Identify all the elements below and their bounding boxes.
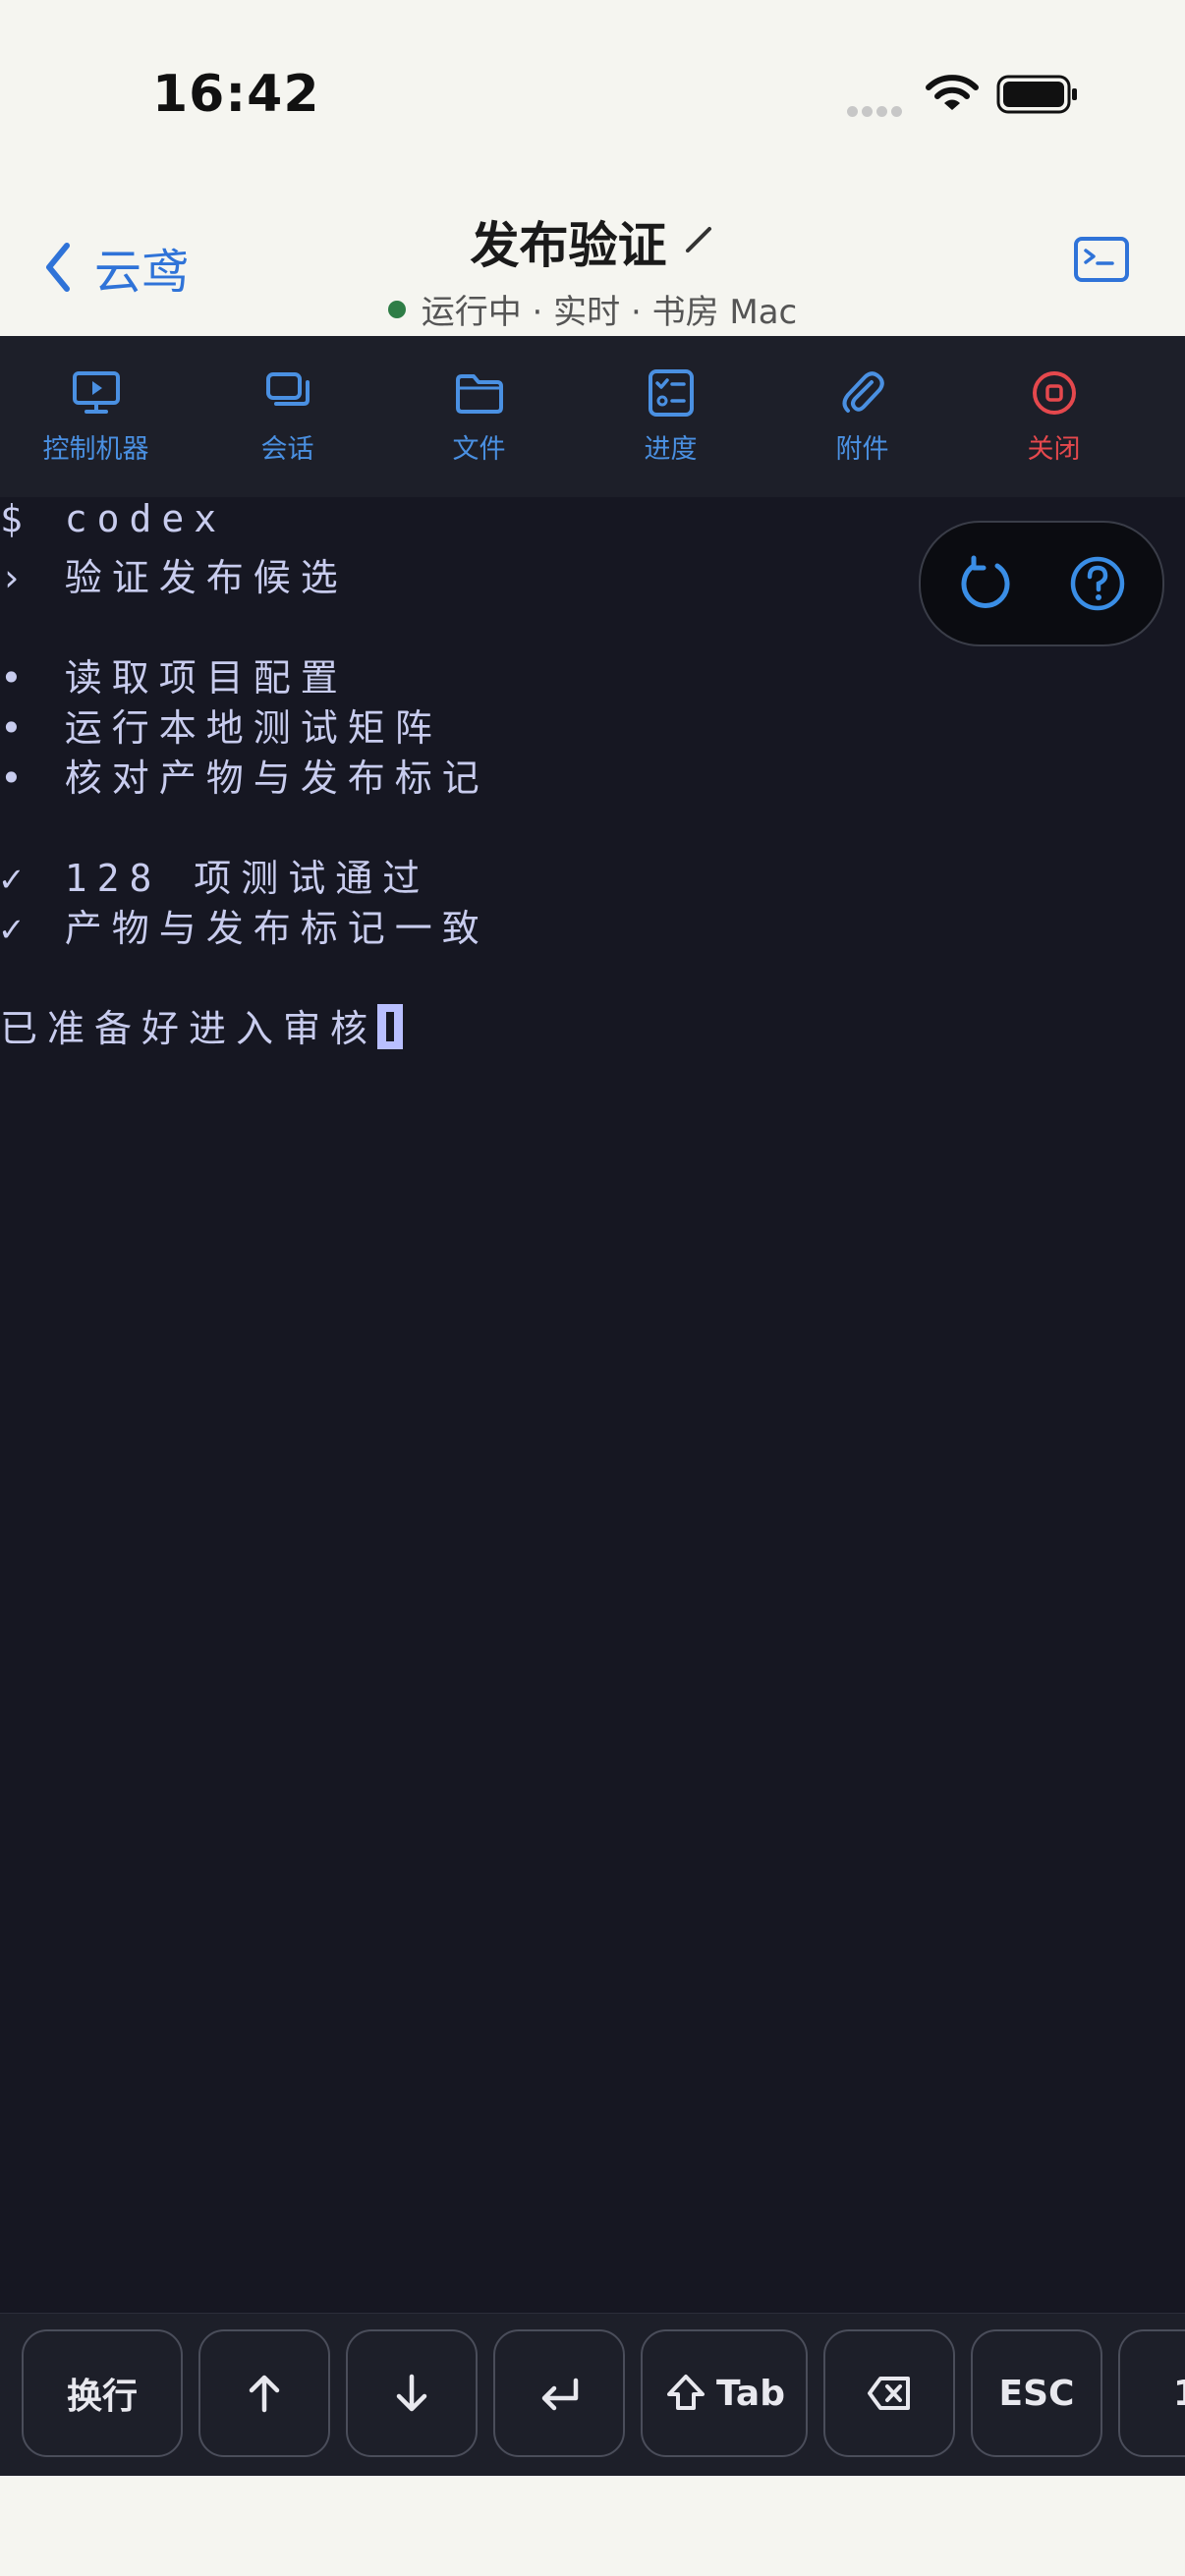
stop-circle-icon bbox=[1032, 370, 1076, 415]
terminal-line: ✓ 128 项测试通过 bbox=[0, 857, 430, 900]
refresh-icon[interactable] bbox=[954, 552, 1017, 615]
session-status: 运行中 · 实时 · 书房 Mac bbox=[295, 285, 890, 333]
page-title[interactable]: 发布验证 bbox=[470, 217, 666, 274]
status-bar: 16:42 bbox=[0, 0, 1185, 187]
backspace-icon bbox=[868, 2377, 910, 2410]
backspace-key[interactable] bbox=[823, 2329, 955, 2457]
status-time: 16:42 bbox=[152, 65, 320, 124]
arrow-up-key[interactable] bbox=[198, 2329, 330, 2457]
floating-controls bbox=[919, 521, 1164, 646]
checklist-icon bbox=[648, 368, 694, 417]
return-key[interactable] bbox=[493, 2329, 625, 2457]
terminal-line: › 验证发布候选 bbox=[0, 556, 348, 599]
folder-icon bbox=[455, 373, 503, 414]
title-block: 发布验证 运行中 · 实时 · 书房 Mac bbox=[295, 206, 890, 333]
session-status-text: 运行中 · 实时 · 书房 Mac bbox=[421, 293, 798, 332]
arrow-down-key[interactable] bbox=[346, 2329, 478, 2457]
home-indicator-area bbox=[0, 2476, 1185, 2576]
chat-stack-icon bbox=[265, 371, 310, 406]
progress-button[interactable]: 进度 bbox=[575, 336, 766, 497]
battery-icon bbox=[996, 75, 1077, 114]
terminal-output[interactable]: $ codex › 验证发布候选 • 读取项目配置 • 运行本地测试矩阵 • 核… bbox=[0, 497, 1185, 2313]
esc-key[interactable]: ESC bbox=[971, 2329, 1102, 2457]
files-button[interactable]: 文件 bbox=[383, 336, 575, 497]
session-toolbar: 控制机器 会话 文件 进度 附件 关闭 bbox=[0, 336, 1185, 498]
shift-icon bbox=[667, 2375, 705, 2410]
terminal-line: 已准备好进入审核 bbox=[0, 1007, 378, 1050]
return-icon bbox=[541, 2378, 579, 2411]
text-cursor bbox=[377, 1004, 404, 1049]
tool-label: 文件 bbox=[452, 433, 506, 465]
keyboard-accessory-bar: 换行 Tab ESC 1 bbox=[0, 2313, 1185, 2477]
key-label: ESC bbox=[998, 2373, 1075, 2414]
tool-label: 附件 bbox=[835, 433, 889, 465]
tool-label: 会话 bbox=[260, 433, 314, 465]
key-label: 换行 bbox=[66, 2377, 138, 2417]
attachments-button[interactable]: 附件 bbox=[766, 336, 958, 497]
terminal-line: • 读取项目配置 bbox=[0, 656, 348, 700]
number-key[interactable]: 1 bbox=[1118, 2329, 1185, 2457]
terminal-line: ✓ 产物与发布标记一致 bbox=[0, 907, 489, 950]
terminal-prompt-line: 已准备好进入审核 bbox=[0, 998, 404, 1052]
control-machine-button[interactable]: 控制机器 bbox=[0, 336, 192, 497]
pencil-icon[interactable] bbox=[682, 223, 715, 256]
tool-label: 关闭 bbox=[1027, 433, 1081, 465]
newline-key[interactable]: 换行 bbox=[22, 2329, 183, 2457]
wifi-icon bbox=[926, 75, 979, 110]
close-session-button[interactable]: 关闭 bbox=[958, 336, 1150, 497]
terminal-line: • 运行本地测试矩阵 bbox=[0, 706, 442, 750]
back-button[interactable]: 云鸢 bbox=[43, 228, 189, 307]
tool-label: 进度 bbox=[644, 433, 698, 465]
shift-tab-key[interactable]: Tab bbox=[641, 2329, 808, 2457]
help-circle-icon[interactable] bbox=[1066, 552, 1129, 615]
cellular-signal-icon bbox=[847, 102, 906, 121]
arrow-down-icon bbox=[396, 2374, 427, 2412]
chevron-left-icon bbox=[46, 243, 70, 292]
terminal-line: $ codex bbox=[0, 497, 227, 540]
paperclip-icon bbox=[842, 370, 884, 413]
arrow-up-icon bbox=[249, 2375, 280, 2413]
terminal-icon[interactable] bbox=[1073, 236, 1130, 283]
sessions-button[interactable]: 会话 bbox=[192, 336, 383, 497]
key-label: Tab bbox=[716, 2373, 785, 2414]
navigation-header: 云鸢 发布验证 运行中 · 实时 · 书房 Mac bbox=[0, 187, 1185, 336]
tool-label: 控制机器 bbox=[42, 433, 149, 465]
back-label: 云鸢 bbox=[94, 245, 190, 300]
status-dot bbox=[387, 300, 406, 318]
monitor-play-icon bbox=[72, 370, 120, 414]
key-label: 1 bbox=[1173, 2374, 1185, 2414]
terminal-line: • 核对产物与发布标记 bbox=[0, 756, 489, 800]
